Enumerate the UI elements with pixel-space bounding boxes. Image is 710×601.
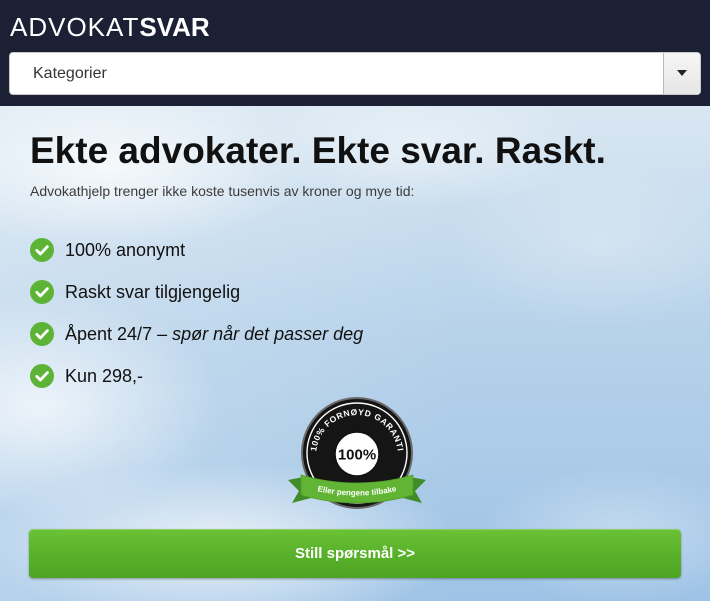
feature-item: Kun 298,- [30, 355, 363, 397]
feature-text: 100% anonymt [65, 240, 185, 261]
category-select-value: Kategorier [33, 65, 107, 82]
page-subtitle: Advokathjelp trenger ikke koste tusenvis… [30, 183, 415, 199]
logo-text-bold: SVAR [139, 12, 210, 42]
badge-center-text: 100% [338, 447, 376, 464]
top-header: ADVOKATSVAR Kategorier [0, 0, 710, 106]
logo-text-light: ADVOKAT [10, 12, 140, 42]
feature-text: Kun 298,- [65, 366, 143, 387]
chevron-down-icon [677, 70, 687, 76]
feature-list: 100% anonymt Raskt svar tilgjengelig Åpe… [30, 229, 363, 397]
feature-emphasis: – spør når det passer deg [152, 323, 364, 344]
feature-label: Åpent 24/7 [65, 323, 153, 344]
feature-label: Raskt svar tilgjengelig [65, 281, 241, 302]
site-logo[interactable]: ADVOKATSVAR [10, 12, 210, 42]
check-circle-icon [30, 364, 54, 388]
app-root: ADVOKATSVAR Kategorier Ekte advokater. E… [0, 0, 710, 601]
feature-text: Åpent 24/7 – spør når det passer deg [65, 324, 363, 345]
hero-section: Ekte advokater. Ekte svar. Raskt. Advoka… [0, 106, 710, 601]
feature-item: Åpent 24/7 – spør når det passer deg [30, 313, 363, 355]
category-select[interactable]: Kategorier [9, 52, 701, 95]
guarantee-badge: 100% FORNØYD GARANTI 100% Eller pengene … [288, 397, 426, 509]
category-select-toggle[interactable] [663, 53, 700, 94]
ask-question-button[interactable]: Still spørsmål >> [29, 529, 681, 578]
feature-label: 100% anonymt [65, 239, 186, 260]
page-title: Ekte advokater. Ekte svar. Raskt. [30, 130, 606, 171]
check-circle-icon [30, 322, 54, 346]
feature-text: Raskt svar tilgjengelig [65, 282, 240, 303]
check-circle-icon [30, 238, 54, 262]
check-circle-icon [30, 280, 54, 304]
feature-item: Raskt svar tilgjengelig [30, 271, 363, 313]
feature-label: Kun 298,- [65, 365, 144, 386]
feature-item: 100% anonymt [30, 229, 363, 271]
